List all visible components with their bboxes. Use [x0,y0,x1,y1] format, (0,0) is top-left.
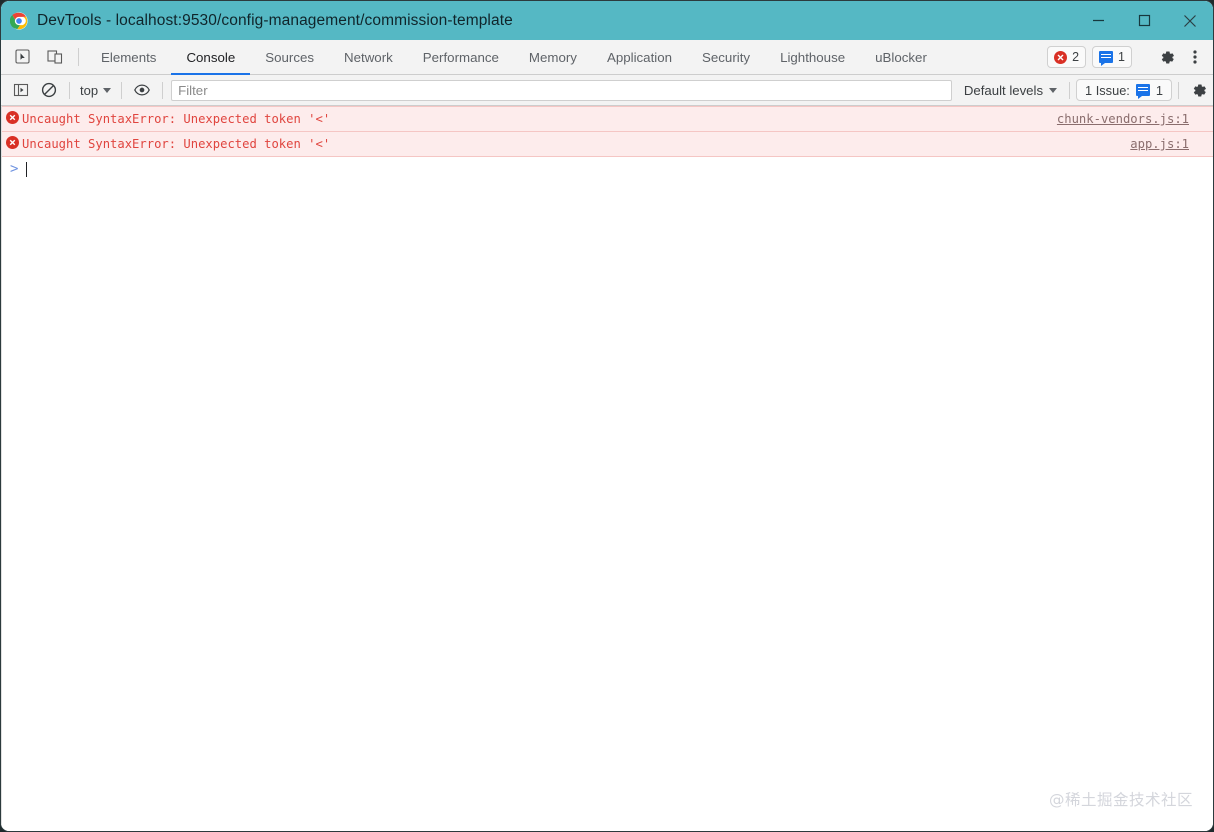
message-count-badge[interactable]: 1 [1092,46,1132,68]
console-settings-gear-icon[interactable] [1185,73,1213,108]
chevron-down-icon [103,88,111,93]
message-icon [1099,51,1113,63]
filter-input[interactable] [171,80,952,101]
clear-console-icon[interactable] [35,77,63,103]
toggle-device-toolbar-icon[interactable] [39,40,71,74]
message-count: 1 [1118,50,1125,64]
tab-label: Network [344,50,393,65]
prompt-arrow-icon: > [10,161,26,177]
tab-label: Elements [101,50,156,65]
error-count: 2 [1072,50,1079,64]
kebab-menu-icon[interactable] [1181,40,1209,75]
maximize-button[interactable] [1121,1,1167,40]
console-sidebar-icon[interactable] [7,77,35,103]
tab-memory[interactable]: Memory [514,40,592,74]
tab-label: uBlocker [875,50,927,65]
issues-button[interactable]: 1 Issue: 1 [1076,79,1172,101]
title-bar: DevTools - localhost:9530/config-managem… [1,1,1213,40]
error-icon [2,110,22,124]
devtools-window: DevTools - localhost:9530/config-managem… [0,0,1214,832]
chrome-logo-icon [10,12,28,30]
tabbar-status-area: 2 1 [1047,40,1213,74]
issues-label: 1 Issue: [1085,83,1130,98]
console-message-source-link[interactable]: chunk-vendors.js:1 [1057,110,1213,128]
console-message-text: Uncaught SyntaxError: Unexpected token '… [22,135,1130,153]
error-icon [1054,51,1067,64]
minimize-button[interactable] [1075,1,1121,40]
tab-list: Elements Console Sources Network Perform… [86,40,942,74]
log-levels-selector[interactable]: Default levels [958,83,1063,98]
tab-elements[interactable]: Elements [86,40,171,74]
error-icon [2,135,22,149]
tab-ublocker[interactable]: uBlocker [860,40,942,74]
tab-label: Performance [423,50,499,65]
tab-lighthouse[interactable]: Lighthouse [765,40,860,74]
tab-label: Security [702,50,750,65]
chevron-down-icon [1049,88,1057,93]
console-message-source-link[interactable]: app.js:1 [1130,135,1213,153]
execution-context-selector[interactable]: top [76,79,115,101]
toolbar-divider-5 [1178,82,1179,99]
tab-performance[interactable]: Performance [408,40,514,74]
watermark-text: @稀土掘金技术社区 [1049,788,1193,810]
tab-label: Sources [265,50,314,65]
toolbar-divider-2 [121,82,122,99]
console-message-row[interactable]: Uncaught SyntaxError: Unexpected token '… [2,106,1213,132]
window-title: DevTools - localhost:9530/config-managem… [37,12,513,30]
text-cursor [26,162,27,177]
console-prompt[interactable]: > [2,157,1213,179]
inspect-element-icon[interactable] [7,40,39,74]
toolbar-divider-4 [1069,82,1070,99]
tab-security[interactable]: Security [687,40,765,74]
console-message-text: Uncaught SyntaxError: Unexpected token '… [22,110,1057,128]
tab-network[interactable]: Network [329,40,408,74]
tab-sources[interactable]: Sources [250,40,329,74]
console-toolbar: top Default levels 1 Issue: 1 [1,75,1213,106]
console-message-row[interactable]: Uncaught SyntaxError: Unexpected token '… [2,132,1213,157]
issues-count: 1 [1156,83,1163,98]
toolbar-divider-1 [69,82,70,99]
window-controls [1075,1,1213,40]
message-icon [1136,84,1150,96]
close-button[interactable] [1167,1,1213,40]
tab-application[interactable]: Application [592,40,687,74]
tab-label: Application [607,50,672,65]
toolbar-divider-3 [162,82,163,99]
devtools-tab-bar: Elements Console Sources Network Perform… [1,40,1213,75]
tab-console[interactable]: Console [171,40,250,74]
log-levels-label: Default levels [964,83,1043,98]
error-count-badge[interactable]: 2 [1047,46,1086,68]
tabbar-divider [78,48,79,66]
execution-context-label: top [80,83,98,98]
tab-label: Lighthouse [780,50,845,65]
console-message-list[interactable]: Uncaught SyntaxError: Unexpected token '… [1,106,1213,831]
live-expression-icon[interactable] [128,77,156,103]
tab-label: Memory [529,50,577,65]
gear-icon[interactable] [1153,40,1181,75]
tab-label: Console [186,50,235,65]
